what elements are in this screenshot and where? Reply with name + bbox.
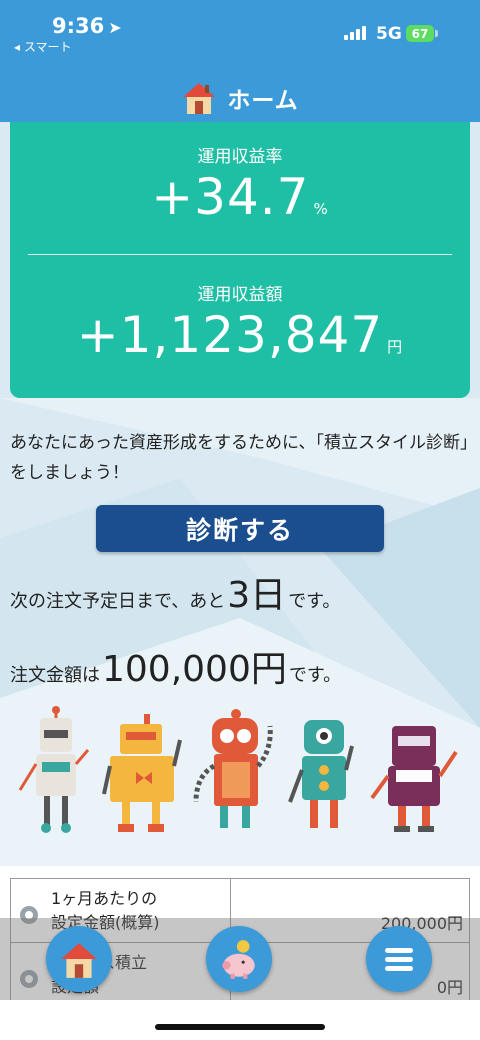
order-amount-text: 注文金額は 100,000円 です。 [10, 640, 341, 692]
return-rate-label: 運用収益率 [197, 147, 283, 167]
return-rate-value: +34.7% [10, 168, 470, 226]
return-amount-unit: 円 [387, 338, 404, 356]
home-indicator-area [0, 1000, 480, 1040]
next-order-text: 次の注文予定日まで、あと 3日 です。 [10, 566, 340, 618]
nav-savings-button[interactable] [206, 926, 272, 992]
order-amount-value: 100,000円 [102, 649, 287, 690]
order-amount-prefix: 注文金額は [10, 665, 100, 686]
hamburger-menu-icon [385, 948, 413, 971]
page-header: ホーム [0, 78, 480, 118]
return-amount-label: 運用収益額 [197, 285, 283, 305]
diagnose-button[interactable]: 診断する [96, 505, 384, 552]
robot-red-image [193, 709, 273, 828]
next-order-days: 3日 [227, 575, 287, 616]
battery-icon: 67 [406, 25, 434, 42]
diagnosis-intro-text: あなたにあった資産形成をするために、「積立スタイル診断」をしましょう！ [10, 433, 469, 483]
robot-purple-image [370, 726, 458, 832]
nav-home-button[interactable] [46, 926, 112, 992]
time-text: 9:36 [52, 14, 105, 38]
card-divider [28, 254, 452, 255]
return-rate-unit: % [313, 200, 329, 218]
robots-illustration [18, 706, 458, 833]
return-amount-value: +1,123,847 円 [10, 306, 470, 364]
signal-bars-icon [344, 26, 366, 40]
robot-yellow-image [102, 714, 182, 832]
performance-card: 運用収益率 +34.7% 運用収益額 +1,123,847 円 [10, 122, 470, 398]
status-bar: 9:36 ➤ ◂ スマート 5G 67 [0, 0, 480, 60]
status-time: 9:36 ➤ [52, 14, 122, 38]
return-rate-number: +34.7 [151, 168, 310, 226]
house-icon [183, 83, 216, 114]
house-icon [61, 943, 97, 978]
home-indicator[interactable] [155, 1024, 325, 1030]
page-title: ホーム [227, 88, 299, 114]
nav-menu-button[interactable] [366, 926, 432, 992]
piggy-bank-icon [222, 940, 255, 979]
battery-tip [435, 30, 438, 37]
next-order-prefix: 次の注文予定日まで、あと [10, 591, 226, 612]
back-to-app-link[interactable]: ◂ スマート [14, 38, 71, 55]
robot-teal-image [288, 720, 354, 828]
return-amount-number: +1,123,847 [76, 306, 384, 364]
network-type: 5G [376, 24, 402, 44]
next-order-suffix: です。 [288, 591, 341, 612]
monthly-amount-label-line1: 1ヶ月あたりの [51, 888, 158, 908]
location-arrow-icon: ➤ [108, 18, 122, 37]
robot-white-image [18, 706, 90, 833]
order-amount-suffix: です。 [288, 665, 342, 686]
